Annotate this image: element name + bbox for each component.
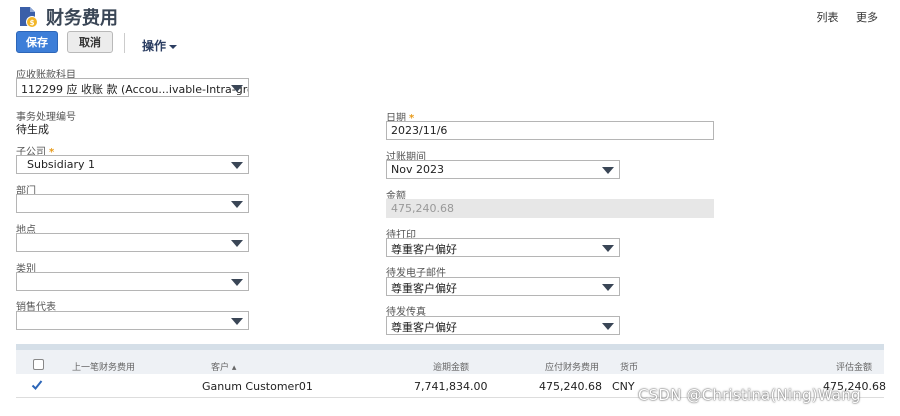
actions-label: 操作 <box>142 39 167 53</box>
dropdown-arrow-icon <box>231 201 243 208</box>
top-links: 列表 更多 <box>803 9 879 25</box>
to-fax-value: 尊重客户偏好 <box>391 321 457 334</box>
finance-charge-icon: $ <box>20 7 38 28</box>
to-email-value: 尊重客户偏好 <box>391 282 457 295</box>
cell-currency: CNY <box>612 380 635 393</box>
ar-account-value: 112299 应 收账 款 (Accou...ivable-Intra-grou… <box>21 83 249 96</box>
to-print-value: 尊重客户偏好 <box>391 243 457 256</box>
list-link[interactable]: 列表 <box>817 11 839 24</box>
col-currency[interactable]: 货币 <box>620 360 638 373</box>
posting-period-value: Nov 2023 <box>391 163 444 176</box>
dropdown-arrow-icon <box>602 284 614 291</box>
select-all-checkbox[interactable] <box>33 359 44 370</box>
col-overdue[interactable]: 逾期金额 <box>433 360 469 373</box>
department-select[interactable] <box>16 194 249 213</box>
class-select[interactable] <box>16 272 249 291</box>
location-select[interactable] <box>16 233 249 252</box>
subsidiary-select[interactable]: Subsidiary 1 <box>16 155 249 174</box>
posting-period-select[interactable]: Nov 2023 <box>386 160 620 179</box>
to-email-select[interactable]: 尊重客户偏好 <box>386 277 620 296</box>
col-prev-charge[interactable]: 上一笔财务费用 <box>72 360 135 373</box>
cell-customer: Ganum Customer01 <box>202 380 313 393</box>
dropdown-arrow-icon <box>231 85 243 92</box>
to-print-select[interactable]: 尊重客户偏好 <box>386 238 620 257</box>
chevron-down-icon <box>169 44 178 49</box>
subsidiary-value: Subsidiary 1 <box>27 158 96 171</box>
more-link[interactable]: 更多 <box>856 11 878 24</box>
table-header: 上一笔财务费用 客户 ▴ 逾期金额 应付财务费用 货币 评估金额 <box>16 350 884 374</box>
save-button[interactable]: 保存 <box>16 31 58 53</box>
actions-menu[interactable]: 操作 <box>142 37 178 54</box>
checkmark-icon[interactable] <box>31 379 43 391</box>
amount-field: 475,240.68 <box>386 199 714 218</box>
dropdown-arrow-icon <box>602 167 614 174</box>
svg-text:$: $ <box>30 19 35 27</box>
dropdown-arrow-icon <box>602 245 614 252</box>
cell-overdue: 7,741,834.00 <box>414 380 488 393</box>
watermark: CSDN @Christina(Ning)Wang <box>638 386 861 404</box>
dropdown-arrow-icon <box>231 279 243 286</box>
dropdown-arrow-icon <box>231 240 243 247</box>
cancel-button[interactable]: 取消 <box>67 31 113 53</box>
cell-payable: 475,240.68 <box>539 380 602 393</box>
col-payable[interactable]: 应付财务费用 <box>545 360 599 373</box>
toolbar-divider <box>124 33 125 53</box>
ar-account-select[interactable]: 112299 应 收账 款 (Accou...ivable-Intra-grou… <box>16 78 249 97</box>
dropdown-arrow-icon <box>231 318 243 325</box>
to-fax-select[interactable]: 尊重客户偏好 <box>386 316 620 335</box>
dropdown-arrow-icon <box>602 323 614 330</box>
dropdown-arrow-icon <box>231 162 243 169</box>
sales-rep-select[interactable] <box>16 311 249 330</box>
txn-number-value: 待生成 <box>16 123 49 136</box>
col-customer[interactable]: 客户 ▴ <box>211 360 236 373</box>
col-assessed[interactable]: 评估金额 <box>836 360 872 373</box>
page-title: 财务费用 <box>46 8 118 29</box>
date-input[interactable]: 2023/11/6 <box>386 121 714 140</box>
